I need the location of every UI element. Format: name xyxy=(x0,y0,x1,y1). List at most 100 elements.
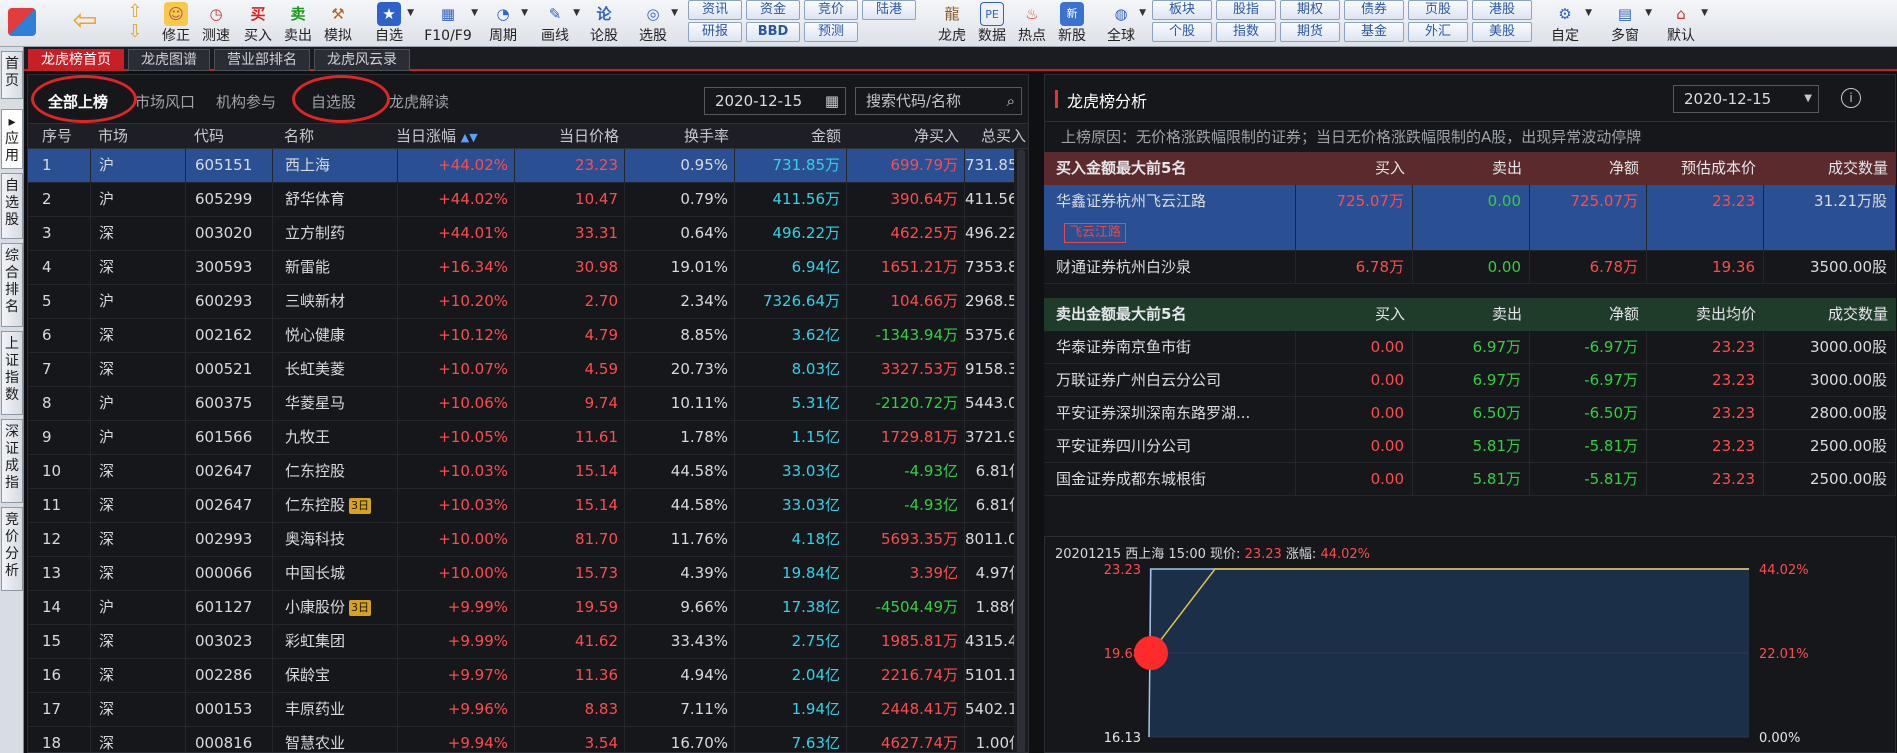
info-icon[interactable]: i xyxy=(1841,88,1861,108)
search-input[interactable]: 搜索代码/名称 ⌕ xyxy=(855,87,1022,115)
col-total-buy[interactable]: 总买入 xyxy=(965,124,1026,150)
table-row[interactable]: 8 沪 600375 华菱星马 +10.06% 9.74 10.11% 5.31亿 -2120.… xyxy=(28,387,1028,421)
table-row[interactable]: 13 深 000066 中国长城 +10.00% 15.73 4.39% 19.84亿 3.39… xyxy=(28,557,1028,591)
seat-row[interactable]: 平安证券四川分公司 0.00 5.81万 -5.81万 23.23 2500.00股 xyxy=(1044,430,1896,463)
col-market[interactable]: 市场 xyxy=(98,124,128,150)
row-code: 000816 xyxy=(186,727,273,752)
col-code[interactable]: 代码 xyxy=(194,124,224,150)
draw-button[interactable]: ✎ 画线 ▼ xyxy=(532,0,580,47)
funds-market-button[interactable]: 基金 xyxy=(1344,22,1404,42)
table-row[interactable]: 10 深 002647 仁东控股 +10.03% 15.14 44.58% 33.03亿 -4.… xyxy=(28,455,1028,489)
dragon-button[interactable]: 龍 龙虎 xyxy=(932,0,972,47)
tab-dragon-map[interactable]: 龙虎图谱 xyxy=(128,49,210,71)
table-row[interactable]: 3 深 003020 立方制药 +44.01% 33.31 0.64% 496.22万 462.… xyxy=(28,217,1028,251)
date-picker[interactable]: 2020-12-15 ▦ xyxy=(704,87,846,115)
data-button[interactable]: PE 数据 xyxy=(972,0,1012,47)
vtab-sz-index[interactable]: 深证成指 xyxy=(1,419,23,503)
filter-market-trend[interactable]: 市场风口 xyxy=(135,91,195,112)
up-down-arrow-icon[interactable]: ⇧ ⇩ xyxy=(118,0,152,47)
table-row[interactable]: 16 深 002286 保龄宝 +9.97% 11.36 4.94% 2.04亿 2216.74… xyxy=(28,659,1028,693)
hot-button[interactable]: ♨ 热点 xyxy=(1012,0,1052,47)
newstock-button[interactable]: 新 新股 xyxy=(1052,0,1092,47)
speedtest-button[interactable]: ◷ 测速 xyxy=(198,0,234,47)
seat-row[interactable]: 国金证券成都东城根街 0.00 5.81万 -5.81万 23.23 2500.00股 xyxy=(1044,463,1896,496)
seat-row[interactable]: 华泰证券南京鱼市街 0.00 6.97万 -6.97万 23.23 3000.00股 xyxy=(1044,331,1896,364)
bonds-button[interactable]: 债券 xyxy=(1344,0,1404,20)
simulate-button[interactable]: ⚒ 模拟 xyxy=(320,0,356,47)
table-row[interactable]: 6 深 002162 悦心健康 +10.12% 4.79 8.85% 3.62亿 -1343.9… xyxy=(28,319,1028,353)
discuss-button[interactable]: 论 论股 xyxy=(584,0,624,47)
table-row[interactable]: 7 深 000521 长虹美菱 +10.07% 4.59 20.73% 8.03亿 3327.5… xyxy=(28,353,1028,387)
filter-dragon-analysis[interactable]: 龙虎解读 xyxy=(389,91,449,112)
scrollbar-thumb[interactable] xyxy=(1017,149,1025,752)
custom-button[interactable]: ⚙ 自定 ▼ xyxy=(1540,0,1592,47)
seat-row[interactable]: 平安证券深圳深南东路罗湖... 0.00 6.50万 -6.50万 23.23 2800.… xyxy=(1044,397,1896,430)
table-row[interactable]: 17 深 000153 丰原药业 +9.96% 8.83 7.11% 1.94亿 2448.41… xyxy=(28,693,1028,727)
buy-button[interactable]: 买 买入 xyxy=(240,0,276,47)
table-row[interactable]: 11 深 002647 仁东控股 3日 +10.03% 15.14 44.58% 33.03亿 -… xyxy=(28,489,1028,523)
seat-row[interactable]: 万联证券广州白云分公司 0.00 6.97万 -6.97万 23.23 3000.00股 xyxy=(1044,364,1896,397)
table-row[interactable]: 4 深 300593 新雷能 +16.34% 30.98 19.01% 6.94亿 1651.2… xyxy=(28,251,1028,285)
sell-button[interactable]: 卖 卖出 xyxy=(280,0,316,47)
global-button[interactable]: ◍ 全球 ▼ xyxy=(1098,0,1146,47)
back-arrow-icon[interactable]: ⇦ xyxy=(66,0,104,47)
table-scrollbar[interactable] xyxy=(1014,149,1028,752)
stocks-button[interactable]: 个股 xyxy=(1152,22,1212,42)
hk-stocks-button[interactable]: 港股 xyxy=(1472,0,1532,20)
col-no[interactable]: 序号 xyxy=(42,124,72,150)
forecast-button[interactable]: 预测 xyxy=(804,22,858,42)
watchlist-button[interactable]: ★ 自选 ▼ xyxy=(366,0,414,47)
auction-button[interactable]: 竞价 xyxy=(804,0,858,20)
futures-button[interactable]: 期货 xyxy=(1280,22,1340,42)
ab-shares-button[interactable]: 页股 xyxy=(1408,0,1468,20)
app-logo-icon[interactable] xyxy=(4,0,40,47)
row-amount: 6.94亿 xyxy=(735,251,847,285)
table-row[interactable]: 18 深 000816 智慧农业 +9.94% 3.54 16.70% 7.63亿 4627.7… xyxy=(28,727,1028,752)
intraday-chart[interactable]: 20201215 西上海 15:00 现价: 23.23 涨幅: 44.02% … xyxy=(1044,536,1896,753)
col-turnover[interactable]: 换手率 xyxy=(625,124,729,150)
table-row[interactable]: 14 沪 601127 小康股份 3日 +9.99% 19.59 9.66% 17.38亿 -45… xyxy=(28,591,1028,625)
table-row[interactable]: 12 深 002993 奥海科技 +10.00% 81.70 11.76% 4.18亿 5693… xyxy=(28,523,1028,557)
forex-button[interactable]: 外汇 xyxy=(1408,22,1468,42)
col-net-buy[interactable]: 净买入 xyxy=(847,124,959,150)
period-button[interactable]: ◔ 周期 ▼ xyxy=(480,0,528,47)
us-stocks-button[interactable]: 美股 xyxy=(1472,22,1532,42)
index-futures-button[interactable]: 股指 xyxy=(1216,0,1276,20)
tab-dragon-home[interactable]: 龙虎榜首页 xyxy=(28,49,124,71)
seat-row[interactable]: 财通证券杭州白沙泉 6.78万 0.00 6.78万 19.36 3500.00股 xyxy=(1044,251,1896,284)
research-button[interactable]: 研报 xyxy=(688,22,742,42)
vtab-apps[interactable]: ▸ 应用 xyxy=(1,109,23,169)
vtab-sh-index[interactable]: 上证指数 xyxy=(1,331,23,415)
analysis-date-select[interactable]: 2020-12-15 ▼ xyxy=(1673,85,1819,113)
tab-branch-ranking[interactable]: 营业部排名 xyxy=(214,49,310,71)
funds-button[interactable]: 资金 xyxy=(746,0,800,20)
vtab-home[interactable]: 首页 xyxy=(1,51,23,99)
col-change[interactable]: 当日涨幅 ▲▼ xyxy=(396,124,478,150)
col-name[interactable]: 名称 xyxy=(284,124,314,150)
vtab-watchlist[interactable]: 自选股 xyxy=(1,173,23,239)
sector-button[interactable]: 板块 xyxy=(1152,0,1212,20)
news-button[interactable]: 资讯 xyxy=(688,0,742,20)
multiwin-button[interactable]: ▤ 多窗 ▼ xyxy=(1600,0,1652,47)
modify-button[interactable]: ☺ 修正 xyxy=(158,0,194,47)
table-row[interactable]: 1 沪 605151 西上海 +44.02% 23.23 0.95% 731.85万 699.7… xyxy=(28,149,1028,183)
vtab-auction-analysis[interactable]: 竞价分析 xyxy=(1,507,23,591)
col-amount[interactable]: 金额 xyxy=(735,124,841,150)
default-button[interactable]: ⌂ 默认 ▼ xyxy=(1656,0,1708,47)
hk-connect-button[interactable]: 陆港 xyxy=(862,0,916,20)
seat-row[interactable]: 华鑫证券杭州飞云江路 725.07万 0.00 725.07万 23.23 31.21万股… xyxy=(1044,185,1896,251)
tab-dragon-records[interactable]: 龙虎风云录 xyxy=(314,49,410,71)
options-button[interactable]: 期权 xyxy=(1280,0,1340,20)
table-row[interactable]: 5 沪 600293 三峡新材 +10.20% 2.70 2.34% 7326.64万 104.… xyxy=(28,285,1028,319)
f10-button[interactable]: ▦ F10/F9 ▼ xyxy=(420,0,478,47)
row-market: 沪 xyxy=(91,285,186,319)
table-row[interactable]: 9 沪 601566 九牧王 +10.05% 11.61 1.78% 1.15亿 1729.81… xyxy=(28,421,1028,455)
col-price[interactable]: 当日价格 xyxy=(515,124,619,150)
indices-button[interactable]: 指数 xyxy=(1216,22,1276,42)
bbd-button[interactable]: BBD xyxy=(746,22,800,42)
table-row[interactable]: 15 深 003023 彩虹集团 +9.99% 41.62 33.43% 2.75亿 1985.… xyxy=(28,625,1028,659)
filter-institution[interactable]: 机构参与 xyxy=(216,91,276,112)
vtab-ranking[interactable]: 综合排名 xyxy=(1,243,23,327)
table-row[interactable]: 2 沪 605299 舒华体育 +44.02% 10.47 0.79% 411.56万 390.… xyxy=(28,183,1028,217)
picker-button[interactable]: ◎ 选股 ▼ xyxy=(630,0,678,47)
